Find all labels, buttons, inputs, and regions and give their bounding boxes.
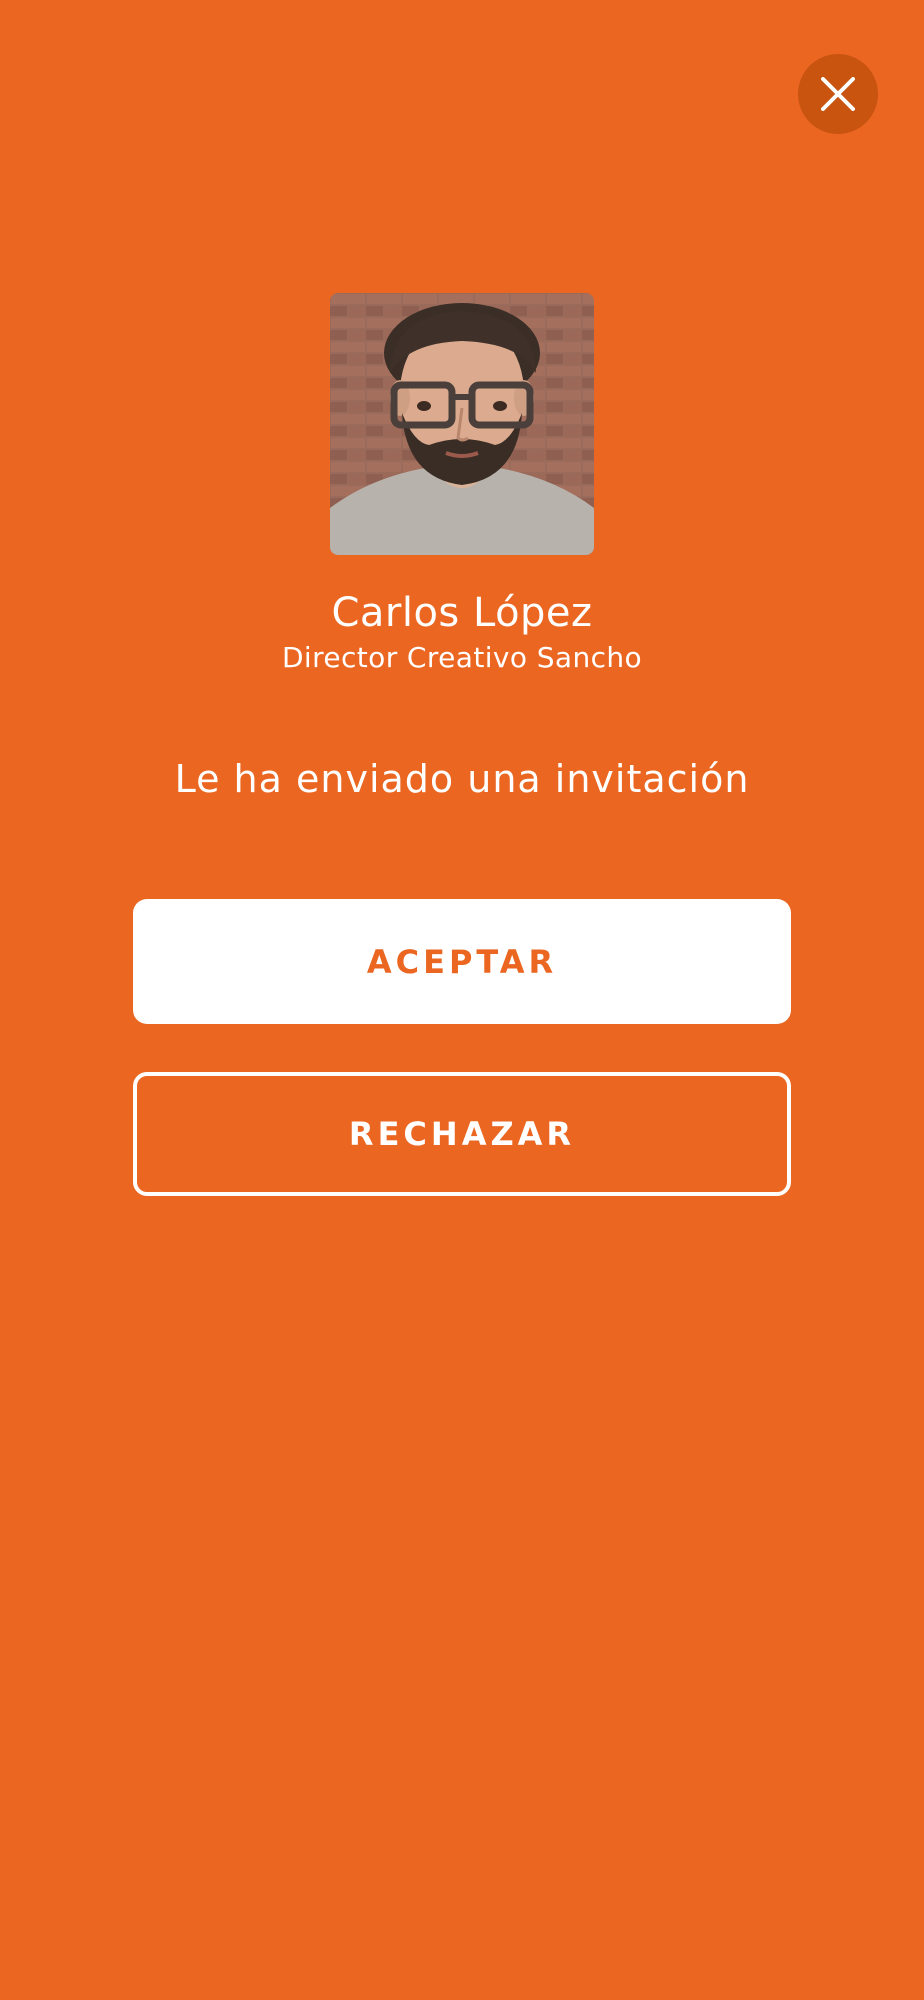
invitation-message: Le ha enviado una invitación — [174, 757, 750, 801]
close-button[interactable] — [798, 54, 878, 134]
reject-button[interactable]: RECHAZAR — [133, 1072, 791, 1196]
reject-button-label: RECHAZAR — [348, 1115, 576, 1153]
profile-name: Carlos López — [331, 590, 593, 636]
accept-button-label: ACEPTAR — [366, 942, 558, 981]
avatar — [330, 293, 594, 555]
accept-button[interactable]: ACEPTAR — [133, 899, 791, 1024]
close-icon — [821, 77, 855, 111]
profile-role: Director Creativo Sancho — [281, 641, 643, 674]
